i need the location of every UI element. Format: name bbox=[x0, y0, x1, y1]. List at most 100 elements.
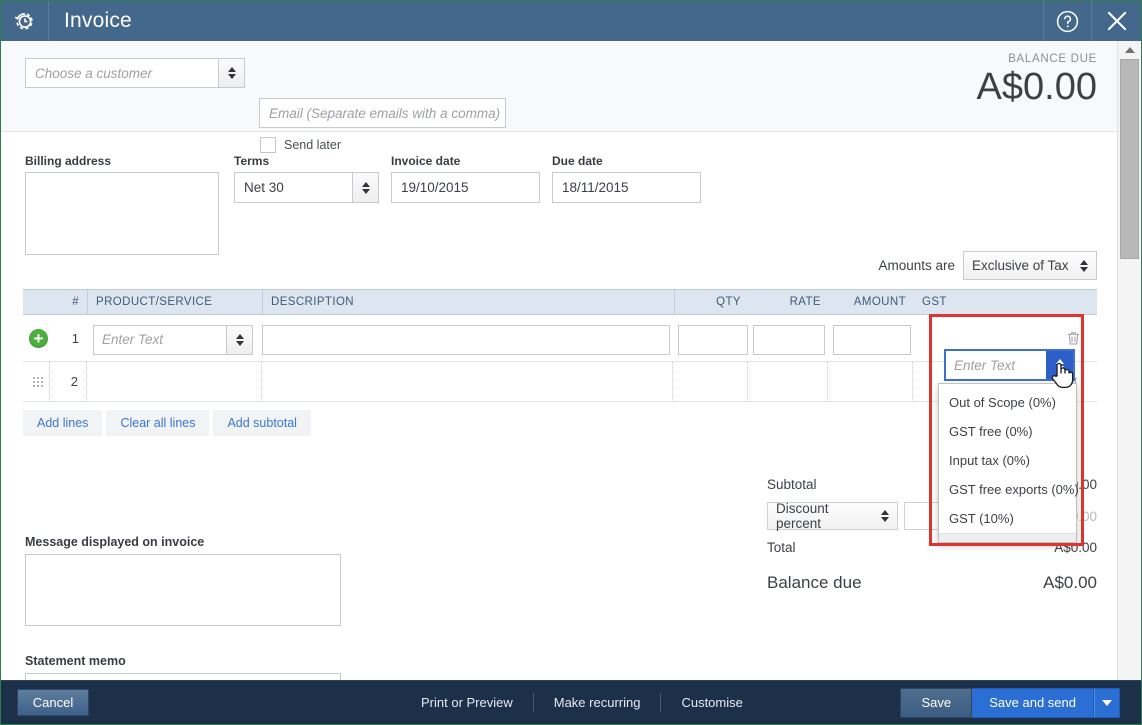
terms-select[interactable]: Net 30 bbox=[234, 172, 379, 203]
clear-all-lines-button[interactable]: Clear all lines bbox=[106, 410, 210, 436]
invoice-message-group: Message displayed on invoice bbox=[25, 535, 341, 626]
rate-input[interactable] bbox=[753, 325, 825, 355]
product-service-select[interactable]: Enter Text bbox=[93, 325, 253, 355]
description-cell[interactable] bbox=[262, 369, 672, 395]
grid-header-gst: GST bbox=[922, 296, 947, 308]
save-and-send-button[interactable]: Save and send bbox=[972, 687, 1094, 718]
add-circle-icon[interactable]: + bbox=[29, 328, 48, 348]
footer-links: Print or Preview Make recurring Customis… bbox=[401, 693, 763, 712]
amounts-are-section: Amounts are Exclusive of Tax bbox=[1, 247, 1119, 289]
gst-select-placeholder: Enter Text bbox=[954, 357, 1016, 373]
spinner-arrows-icon bbox=[227, 67, 236, 79]
grid-action-buttons: Add lines Clear all lines Add subtotal bbox=[23, 410, 1097, 436]
invoice-message-textarea[interactable] bbox=[25, 554, 341, 626]
product-service-placeholder: Enter Text bbox=[102, 332, 164, 347]
amount-cell[interactable] bbox=[828, 369, 912, 395]
spinner-arrows-icon bbox=[361, 181, 370, 194]
title-bar: Invoice bbox=[1, 1, 1141, 41]
customer-header-section: Choose a customer Email (Separate emails… bbox=[1, 41, 1119, 153]
add-circle-icon-cell: + bbox=[23, 328, 49, 348]
grid-header-product: PRODUCT/SERVICE bbox=[87, 289, 262, 315]
trash-icon[interactable] bbox=[1059, 331, 1087, 345]
balance-due-block: BALANCE DUE A$0.00 bbox=[977, 53, 1097, 108]
invoice-date-label: Invoice date bbox=[391, 154, 461, 168]
email-input[interactable]: Email (Separate emails with a comma) bbox=[259, 98, 506, 128]
due-date-label: Due date bbox=[552, 154, 603, 168]
gst-option-gst-10[interactable]: GST (10%) bbox=[939, 504, 1076, 533]
terms-date-section: Billing address Terms Net 30 Invoice dat… bbox=[1, 132, 1119, 255]
gst-option-gst-free[interactable]: GST free (0%) bbox=[939, 417, 1076, 446]
row-number: 1 bbox=[71, 330, 79, 346]
terms-select-spinner[interactable] bbox=[352, 173, 378, 202]
qty-input[interactable] bbox=[678, 325, 748, 355]
customer-select-spinner[interactable] bbox=[218, 59, 244, 87]
spinner-arrows-icon bbox=[1055, 359, 1064, 371]
description-input[interactable] bbox=[262, 325, 670, 355]
invoice-message-label: Message displayed on invoice bbox=[25, 535, 205, 549]
amounts-are-value: Exclusive of Tax bbox=[972, 258, 1069, 273]
gst-select-field[interactable]: Enter Text bbox=[944, 349, 1075, 381]
caret-down-icon bbox=[1102, 699, 1112, 706]
add-subtotal-button[interactable]: Add subtotal bbox=[213, 410, 311, 436]
terms-group: Terms Net 30 bbox=[234, 154, 379, 203]
gst-option-input-tax[interactable]: Input tax (0%) bbox=[939, 446, 1076, 475]
table-row: + 1 Enter Text bbox=[23, 315, 1097, 362]
amounts-are-select[interactable]: Exclusive of Tax bbox=[963, 251, 1097, 280]
customer-select[interactable]: Choose a customer bbox=[25, 58, 245, 88]
gst-option-gst-free-exports[interactable]: GST free exports (0%) bbox=[939, 475, 1079, 504]
row-number: 2 bbox=[70, 374, 78, 389]
vertical-scrollbar[interactable] bbox=[1117, 41, 1140, 686]
amounts-are-label: Amounts are bbox=[878, 258, 955, 273]
scroll-up-arrow-icon[interactable] bbox=[1118, 41, 1141, 59]
discount-type-value: Discount percent bbox=[776, 501, 829, 531]
cancel-button[interactable]: Cancel bbox=[17, 689, 89, 716]
billing-address-label: Billing address bbox=[25, 154, 112, 168]
amounts-are-spinner[interactable] bbox=[1072, 252, 1096, 279]
add-lines-button[interactable]: Add lines bbox=[23, 410, 103, 436]
scroll-thumb[interactable] bbox=[1120, 59, 1139, 259]
billing-address-group: Billing address bbox=[25, 154, 219, 255]
history-clock-icon[interactable] bbox=[1, 1, 49, 41]
drag-grip-icon[interactable] bbox=[32, 376, 43, 387]
spinner-arrows-icon bbox=[881, 510, 889, 522]
gst-option-out-of-scope[interactable]: Out of Scope (0%) bbox=[939, 388, 1076, 417]
rate-cell[interactable] bbox=[748, 369, 827, 395]
print-or-preview-button[interactable]: Print or Preview bbox=[401, 695, 533, 710]
grid-header-qty: QTY bbox=[674, 289, 749, 315]
product-service-cell[interactable] bbox=[87, 369, 261, 395]
drag-grip-cell[interactable] bbox=[23, 376, 49, 387]
billing-address-textarea[interactable] bbox=[25, 172, 219, 255]
statement-memo-label: Statement memo bbox=[25, 654, 126, 668]
spinner-arrows-icon bbox=[1080, 259, 1088, 272]
save-and-send-dropdown[interactable] bbox=[1094, 687, 1120, 718]
gst-menu-footer bbox=[939, 533, 1076, 542]
discount-type-spinner[interactable] bbox=[873, 503, 897, 529]
footer-bar: Cancel Print or Preview Make recurring C… bbox=[1, 680, 1141, 724]
amount-input[interactable] bbox=[833, 325, 911, 355]
terms-label: Terms bbox=[234, 154, 270, 168]
grid-header-amount: AMOUNT bbox=[853, 296, 906, 308]
grid-header-rate: RATE bbox=[789, 296, 821, 308]
balance-due-amount: A$0.00 bbox=[976, 66, 1097, 108]
due-date-group: Due date 18/11/2015 bbox=[552, 154, 701, 203]
grid-header-num: # bbox=[72, 296, 79, 308]
customise-button[interactable]: Customise bbox=[661, 695, 762, 710]
footer-primary-actions: Save Save and send bbox=[900, 687, 1120, 718]
gst-options-menu: Out of Scope (0%) GST free (0%) Input ta… bbox=[938, 383, 1079, 543]
gst-select-spinner[interactable] bbox=[1046, 351, 1073, 379]
make-recurring-button[interactable]: Make recurring bbox=[534, 695, 661, 710]
due-date-input[interactable]: 18/11/2015 bbox=[552, 172, 701, 203]
close-x-icon[interactable] bbox=[1091, 1, 1141, 41]
subtotal-label: Subtotal bbox=[767, 477, 817, 492]
table-row: 2 bbox=[23, 361, 1097, 402]
qty-cell[interactable] bbox=[673, 369, 747, 395]
page-title: Invoice bbox=[64, 9, 132, 32]
terms-value: Net 30 bbox=[244, 180, 284, 195]
balance-due-total-value: A$0.00 bbox=[1043, 573, 1097, 592]
invoice-date-input[interactable]: 19/10/2015 bbox=[391, 172, 540, 203]
help-circle-icon[interactable] bbox=[1043, 1, 1091, 41]
product-service-spinner[interactable] bbox=[226, 326, 252, 354]
balance-due-total-label: Balance due bbox=[767, 573, 862, 592]
discount-type-select[interactable]: Discount percent bbox=[767, 501, 898, 531]
save-button[interactable]: Save bbox=[900, 687, 973, 718]
